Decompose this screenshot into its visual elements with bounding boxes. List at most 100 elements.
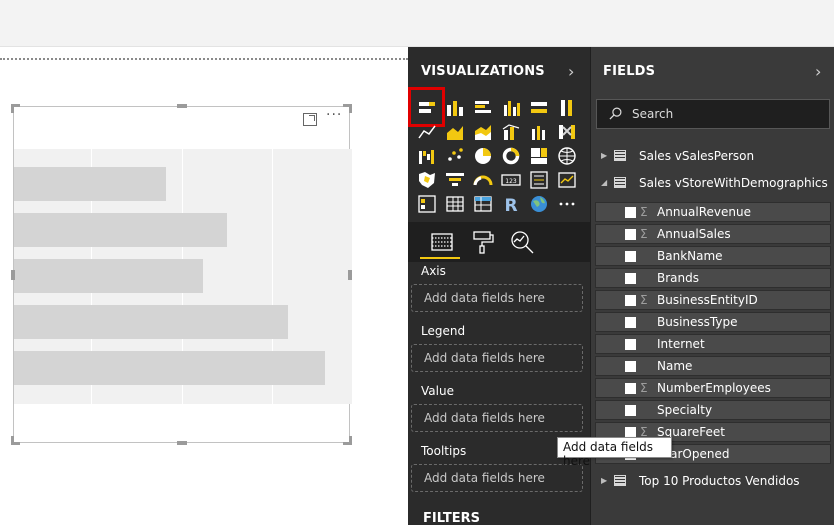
field-item[interactable]: BankName [595,246,831,266]
field-item[interactable]: Specialty [595,400,831,420]
field-item[interactable]: Internet [595,334,831,354]
table-icon [614,177,626,188]
well-dropzone-value[interactable]: Add data fields here [411,404,583,432]
tooltip: Add data fields here [557,437,672,468]
kpi-icon[interactable] [556,169,578,191]
bar-chart-visual[interactable]: ··· [11,104,352,445]
field-item[interactable]: Σ AnnualSales [595,224,831,244]
chart-plot-area [14,149,352,404]
waterfall-chart-icon[interactable] [416,145,438,167]
map-icon[interactable] [556,145,578,167]
line-chart-icon[interactable] [416,121,438,143]
clustered-column-chart-icon[interactable] [500,97,522,119]
resize-handle-bottom-left[interactable] [11,436,20,445]
table-name: Sales vStoreWithDemographics [639,176,828,190]
report-canvas[interactable]: ··· [0,47,408,525]
field-name: AnnualSales [657,227,731,241]
sum-sigma-icon: Σ [640,293,648,307]
active-tab-indicator [420,257,460,259]
format-tab-icon[interactable] [468,228,496,256]
card-icon[interactable]: 123 [500,169,522,191]
resize-handle-left[interactable] [11,270,15,280]
chart-bar [14,167,166,201]
line-and-stacked-column-icon[interactable] [500,121,522,143]
field-item[interactable]: Name [595,356,831,376]
funnel-icon[interactable] [444,169,466,191]
pie-chart-icon[interactable] [472,145,494,167]
chart-bar [14,351,325,385]
stacked-area-chart-icon[interactable] [472,121,494,143]
ribbon-chart-icon[interactable] [556,121,578,143]
area-chart-icon[interactable] [444,121,466,143]
field-checkbox[interactable] [625,251,636,262]
field-name: Brands [657,271,699,285]
field-name: Specialty [657,403,713,417]
field-search-box[interactable] [596,99,830,129]
table-node[interactable]: ▶ Top 10 Productos Vendidos [591,471,834,493]
well-dropzone-legend[interactable]: Add data fields here [411,344,583,372]
field-checkbox[interactable] [625,207,636,218]
field-checkbox[interactable] [625,361,636,372]
r-visual-icon[interactable]: R [500,193,522,215]
stacked-bar-chart-icon[interactable] [416,97,438,119]
resize-handle-top-right[interactable] [343,104,352,113]
field-item[interactable]: Brands [595,268,831,288]
field-checkbox[interactable] [625,229,636,240]
field-item[interactable]: BusinessType [595,312,831,332]
field-item[interactable]: Σ BusinessEntityID [595,290,831,310]
table-icon[interactable] [444,193,466,215]
clustered-bar-chart-icon[interactable] [472,97,494,119]
well-dropzone-axis[interactable]: Add data fields here [411,284,583,312]
page-boundary-line [0,58,408,60]
gauge-icon[interactable] [472,169,494,191]
focus-mode-icon[interactable] [303,113,317,126]
field-item[interactable]: Σ NumberEmployees [595,378,831,398]
visual-header: ··· [299,107,349,127]
well-label-legend: Legend [421,324,466,338]
resize-handle-top[interactable] [177,104,187,108]
stacked-column-chart-icon[interactable] [444,97,466,119]
table-node[interactable]: ▶ Sales vSalesPerson [591,146,834,168]
expand-triangle-icon[interactable]: ▶ [601,151,607,160]
multi-row-card-icon[interactable] [528,169,550,191]
chart-bar [14,305,288,339]
filters-header[interactable]: FILTERS [423,511,480,525]
100-stacked-bar-chart-icon[interactable] [528,97,550,119]
table-name: Top 10 Productos Vendidos [639,474,800,488]
field-checkbox[interactable] [625,317,636,328]
field-checkbox[interactable] [625,383,636,394]
field-name: BusinessEntityID [657,293,758,307]
scatter-chart-icon[interactable] [444,145,466,167]
slicer-icon[interactable] [416,193,438,215]
visualizations-title: VISUALIZATIONS [421,64,545,79]
matrix-icon[interactable] [472,193,494,215]
field-checkbox[interactable] [625,339,636,350]
100-stacked-column-chart-icon[interactable] [556,97,578,119]
treemap-icon[interactable] [528,145,550,167]
globe-icon[interactable] [528,193,550,215]
collapse-triangle-icon[interactable]: ◢ [601,178,607,187]
collapse-fields-chevron-icon[interactable]: › [815,62,821,81]
table-node[interactable]: ◢ Sales vStoreWithDemographics [591,173,834,195]
field-checkbox[interactable] [625,295,636,306]
resize-handle-top-left[interactable] [11,104,20,113]
fields-tab-icon[interactable] [428,228,456,256]
collapse-visualizations-chevron-icon[interactable]: › [568,62,574,81]
more-visuals-icon[interactable] [556,193,578,215]
filled-map-icon[interactable] [416,169,438,191]
expand-triangle-icon[interactable]: ▶ [601,476,607,485]
field-item[interactable]: Σ AnnualRevenue [595,202,831,222]
well-dropzone-tooltips[interactable]: Add data fields here [411,464,583,492]
donut-chart-icon[interactable] [500,145,522,167]
resize-handle-right[interactable] [348,270,352,280]
field-checkbox[interactable] [625,405,636,416]
chart-bar [14,259,203,293]
more-options-icon[interactable]: ··· [326,107,342,123]
table-icon [614,150,626,161]
line-and-clustered-column-icon[interactable] [528,121,550,143]
resize-handle-bottom-right[interactable] [343,436,352,445]
field-checkbox[interactable] [625,273,636,284]
search-input[interactable] [632,105,822,123]
resize-handle-bottom[interactable] [177,441,187,445]
analytics-tab-icon[interactable] [508,228,536,256]
